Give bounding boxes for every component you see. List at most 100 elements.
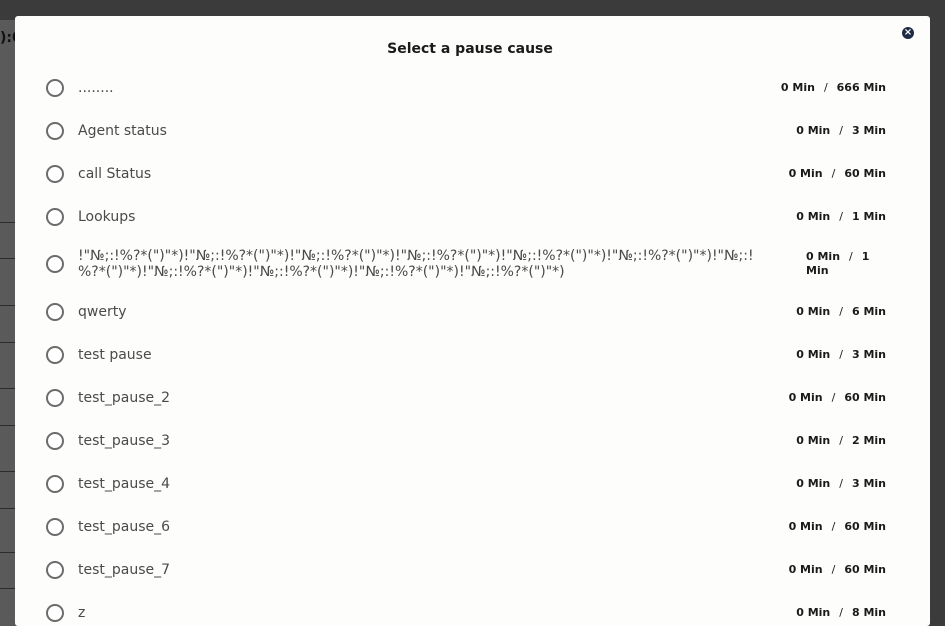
- radio-button[interactable]: [46, 603, 64, 622]
- time-used: 0 Min: [806, 250, 841, 263]
- time-separator: /: [831, 520, 836, 533]
- pause-cause-option[interactable]: ........ 0 Min / 666 Min: [46, 66, 896, 109]
- background-divider: [0, 552, 16, 553]
- radio-button[interactable]: [46, 164, 64, 183]
- time-limit: 60 Min: [844, 563, 886, 576]
- background-divider: [0, 388, 16, 389]
- time-used: 0 Min: [788, 520, 823, 533]
- radio-button[interactable]: [46, 517, 64, 536]
- radio-button[interactable]: [46, 431, 64, 450]
- dialog-title: Select a pause cause: [387, 41, 553, 57]
- pause-time-readout: 0 Min / 60 Min: [789, 167, 886, 180]
- time-separator: /: [839, 434, 843, 447]
- pause-cause-label: test pause: [78, 346, 152, 363]
- radio-button[interactable]: [46, 560, 64, 579]
- background-divider: [0, 471, 16, 472]
- time-used: 0 Min: [796, 606, 831, 619]
- radio-button[interactable]: [46, 78, 64, 97]
- radio-button[interactable]: [46, 255, 64, 273]
- pause-cause-option[interactable]: Agent status 0 Min / 3 Min: [46, 109, 896, 152]
- pause-cause-option[interactable]: !"№;:!%?*(")"*)!"№;:!%?*(")"*)!"№;:!%?*(…: [46, 238, 896, 290]
- pause-cause-label: qwerty: [78, 303, 127, 320]
- time-limit: 6 Min: [851, 305, 886, 318]
- time-used: 0 Min: [788, 167, 823, 180]
- pause-cause-option[interactable]: z 0 Min / 8 Min: [46, 591, 896, 626]
- pause-cause-option[interactable]: call Status 0 Min / 60 Min: [46, 152, 896, 195]
- background-divider: [0, 588, 16, 589]
- background-divider: [0, 222, 16, 223]
- pause-cause-option[interactable]: Lookups 0 Min / 1 Min: [46, 195, 896, 238]
- pause-cause-label: !"№;:!%?*(")"*)!"№;:!%?*(")"*)!"№;:!%?*(…: [78, 248, 754, 280]
- background-divider: [0, 508, 16, 509]
- pause-cause-option[interactable]: test_pause_7 0 Min / 60 Min: [46, 548, 896, 591]
- pause-cause-label: call Status: [78, 165, 152, 182]
- radio-button[interactable]: [46, 345, 64, 364]
- pause-cause-label: test_pause_3: [78, 432, 171, 449]
- background-divider: [0, 305, 16, 306]
- background-divider: [0, 425, 16, 426]
- pause-time-readout: 0 Min / 1 Min: [796, 210, 886, 223]
- pause-cause-option[interactable]: test pause 0 Min / 3 Min: [46, 333, 896, 376]
- pause-time-readout: 0 Min / 666 Min: [781, 81, 886, 94]
- time-separator: /: [823, 81, 828, 94]
- time-used: 0 Min: [788, 391, 823, 404]
- close-icon[interactable]: ×: [902, 27, 914, 39]
- time-separator: /: [839, 305, 843, 318]
- pause-cause-option[interactable]: test_pause_2 0 Min / 60 Min: [46, 376, 896, 419]
- time-limit: 3 Min: [851, 477, 886, 490]
- radio-button[interactable]: [46, 302, 64, 321]
- time-limit: 60 Min: [844, 391, 886, 404]
- pause-time-readout: 0 Min / 6 Min: [796, 305, 886, 318]
- pause-cause-option[interactable]: test_pause_6 0 Min / 60 Min: [46, 505, 896, 548]
- radio-button[interactable]: [46, 474, 64, 493]
- time-separator: /: [831, 391, 836, 404]
- pause-cause-option[interactable]: test_pause_4 0 Min / 3 Min: [46, 462, 896, 505]
- time-separator: /: [839, 477, 843, 490]
- time-limit: 60 Min: [844, 167, 886, 180]
- time-used: 0 Min: [796, 348, 831, 361]
- time-separator: /: [839, 210, 843, 223]
- time-used: 0 Min: [796, 124, 831, 137]
- time-separator: /: [831, 563, 836, 576]
- time-separator: /: [849, 250, 853, 263]
- time-separator: /: [831, 167, 836, 180]
- time-limit: 3 Min: [851, 348, 886, 361]
- pause-cause-label: test_pause_7: [78, 561, 171, 578]
- pause-cause-label: Agent status: [78, 122, 167, 139]
- radio-button[interactable]: [46, 121, 64, 140]
- time-used: 0 Min: [796, 210, 831, 223]
- time-limit: 1 Min: [851, 210, 886, 223]
- pause-cause-label: test_pause_6: [78, 518, 171, 535]
- time-separator: /: [839, 348, 843, 361]
- background-divider: [0, 258, 16, 259]
- background-divider: [0, 342, 16, 343]
- pause-time-readout: 0 Min / 3 Min: [796, 124, 886, 137]
- time-limit: 60 Min: [844, 520, 886, 533]
- time-limit: 666 Min: [836, 81, 886, 94]
- radio-button[interactable]: [46, 207, 64, 226]
- pause-time-readout: 0 Min / 60 Min: [789, 391, 886, 404]
- pause-time-readout: 0 Min / 60 Min: [789, 563, 886, 576]
- time-separator: /: [839, 606, 843, 619]
- time-limit: 3 Min: [851, 124, 886, 137]
- time-used: 0 Min: [796, 305, 831, 318]
- pause-cause-dialog: × Select a pause cause ........ 0 Min / 666…: [15, 16, 930, 626]
- pause-cause-list: ........ 0 Min / 666 Min Agent status 0 Min / 3…: [46, 66, 896, 626]
- radio-button[interactable]: [46, 388, 64, 407]
- time-separator: /: [839, 124, 843, 137]
- pause-cause-label: z: [78, 604, 86, 621]
- pause-cause-option[interactable]: test_pause_3 0 Min / 2 Min: [46, 419, 896, 462]
- time-limit: 2 Min: [851, 434, 886, 447]
- pause-time-readout: 0 Min / 3 Min: [796, 477, 886, 490]
- time-used: 0 Min: [796, 477, 831, 490]
- time-used: 0 Min: [780, 81, 815, 94]
- pause-cause-label: test_pause_4: [78, 475, 171, 492]
- pause-time-readout: 0 Min / 3 Min: [796, 348, 886, 361]
- time-limit: 8 Min: [851, 606, 886, 619]
- pause-cause-option[interactable]: qwerty 0 Min / 6 Min: [46, 290, 896, 333]
- time-used: 0 Min: [796, 434, 831, 447]
- time-used: 0 Min: [788, 563, 823, 576]
- pause-time-readout: 0 Min / 8 Min: [796, 606, 886, 619]
- pause-time-readout: 0 Min/1 Min: [806, 250, 886, 278]
- pause-time-readout: 0 Min / 2 Min: [796, 434, 886, 447]
